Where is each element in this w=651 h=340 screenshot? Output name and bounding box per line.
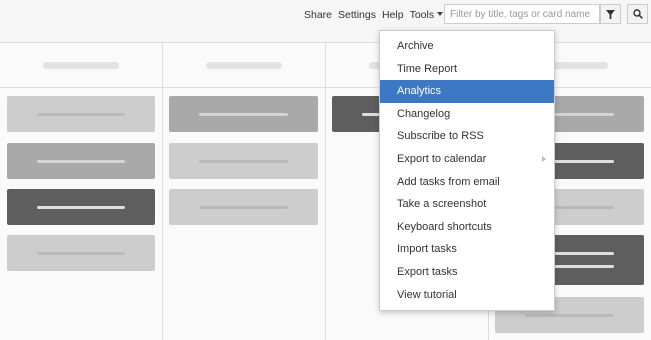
task-card[interactable] <box>7 189 155 225</box>
menu-item-time-report[interactable]: Time Report <box>380 58 554 81</box>
menu-item-archive[interactable]: Archive <box>380 35 554 58</box>
card-title-placeholder <box>37 252 125 255</box>
search-input[interactable] <box>445 5 605 23</box>
caret-down-icon <box>437 12 444 16</box>
board-column <box>0 43 163 340</box>
card-title-placeholder <box>199 206 288 209</box>
menu-item-label: Changelog <box>397 107 451 120</box>
task-card[interactable] <box>169 96 318 132</box>
menu-item-label: Export to calendar <box>397 152 487 165</box>
board-column <box>163 43 326 340</box>
search-button[interactable] <box>627 4 648 24</box>
menu-item-label: Subscribe to RSS <box>397 130 484 143</box>
menu-item-label: Time Report <box>397 62 458 75</box>
menu-item-screenshot[interactable]: Take a screenshot <box>380 193 554 216</box>
task-card[interactable] <box>7 235 155 271</box>
search-box <box>444 4 605 24</box>
menu-item-label: View tutorial <box>397 288 457 301</box>
menu-item-subscribe-rss[interactable]: Subscribe to RSS <box>380 125 554 148</box>
card-title-placeholder <box>525 314 614 317</box>
magnifier-icon <box>632 9 643 19</box>
tools-dropdown-menu: Archive Time Report Analytics Changelog … <box>379 30 555 312</box>
top-nav: Share Settings Help Tools <box>304 9 444 21</box>
menu-item-label: Add tasks from email <box>397 175 500 188</box>
menu-item-import-tasks[interactable]: Import tasks <box>380 238 554 261</box>
top-bar: Share Settings Help Tools <box>0 0 651 30</box>
settings-link[interactable]: Settings <box>338 9 376 21</box>
menu-item-label: Archive <box>397 40 434 52</box>
column-title-placeholder <box>206 62 282 69</box>
task-card[interactable] <box>7 143 155 179</box>
column-title-placeholder <box>43 62 119 69</box>
menu-item-changelog[interactable]: Changelog <box>380 103 554 126</box>
menu-item-export-calendar[interactable]: Export to calendar <box>380 148 554 171</box>
column-header[interactable] <box>0 43 162 88</box>
menu-item-add-from-email[interactable]: Add tasks from email <box>380 171 554 194</box>
share-link[interactable]: Share <box>304 9 332 21</box>
menu-item-label: Export tasks <box>397 265 458 278</box>
filter-button[interactable] <box>600 4 621 24</box>
menu-item-analytics[interactable]: Analytics <box>380 80 554 103</box>
card-title-placeholder <box>37 113 125 116</box>
card-title-placeholder <box>199 160 288 163</box>
card-title-placeholder <box>37 160 125 163</box>
card-title-placeholder <box>199 113 288 116</box>
tools-label: Tools <box>409 9 435 21</box>
submenu-arrow-icon <box>542 155 546 162</box>
menu-item-view-tutorial[interactable]: View tutorial <box>380 284 554 307</box>
task-card[interactable] <box>7 96 155 132</box>
help-link[interactable]: Help <box>382 9 404 21</box>
task-card[interactable] <box>169 143 318 179</box>
task-card[interactable] <box>169 189 318 225</box>
menu-item-export-tasks[interactable]: Export tasks <box>380 261 554 284</box>
menu-item-keyboard-shortcuts[interactable]: Keyboard shortcuts <box>380 216 554 239</box>
card-title-placeholder <box>37 206 125 209</box>
menu-item-label: Import tasks <box>397 243 457 256</box>
filter-icon <box>606 9 615 19</box>
column-header[interactable] <box>163 43 325 88</box>
menu-item-label: Take a screenshot <box>397 198 487 211</box>
menu-item-label: Keyboard shortcuts <box>397 220 492 233</box>
menu-item-label: Analytics <box>397 85 442 98</box>
tools-menu-button[interactable]: Tools <box>410 9 444 21</box>
